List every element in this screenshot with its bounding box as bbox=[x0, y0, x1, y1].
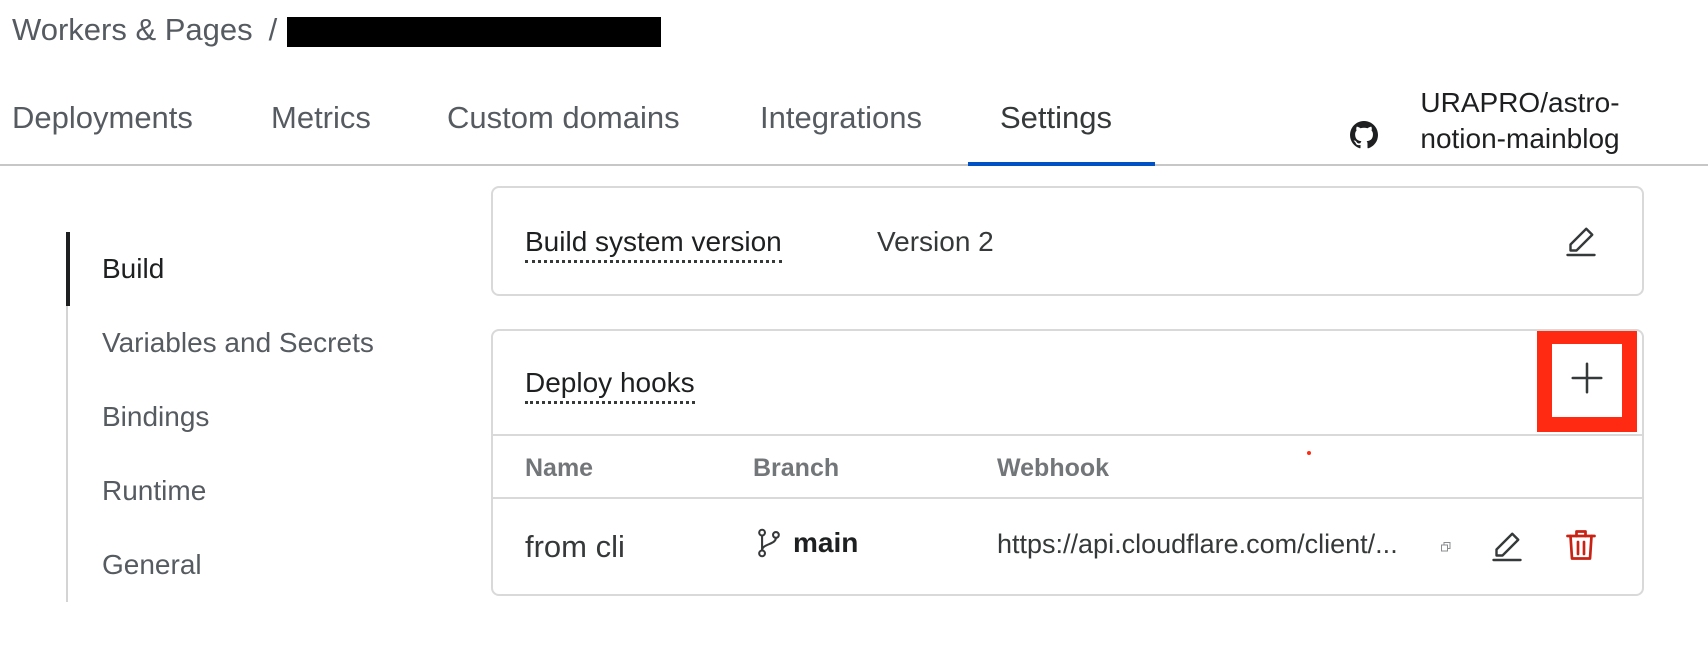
trash-icon bbox=[1563, 530, 1599, 567]
deploy-hooks-label: Deploy hooks bbox=[525, 367, 695, 404]
sidenav-active-indicator bbox=[66, 232, 70, 306]
build-system-card: Build system version Version 2 bbox=[491, 186, 1644, 296]
sidenav-item-general[interactable]: General bbox=[102, 548, 202, 582]
breadcrumb-separator: / bbox=[268, 12, 278, 47]
sidenav-item-variables[interactable]: Variables and Secrets bbox=[102, 326, 374, 360]
redacted-project-name bbox=[287, 17, 662, 47]
tab-metrics[interactable]: Metrics bbox=[271, 96, 371, 140]
add-deploy-hook-button[interactable] bbox=[1537, 331, 1637, 432]
hook-name: from cli bbox=[525, 529, 625, 564]
table-row: from cli main https://api.cloudflare.com… bbox=[493, 501, 1642, 594]
copy-icon[interactable] bbox=[1441, 539, 1451, 552]
pencil-icon bbox=[1563, 227, 1599, 262]
plus-icon bbox=[1568, 359, 1606, 402]
hook-branch: main bbox=[755, 527, 858, 559]
tab-deployments[interactable]: Deployments bbox=[12, 96, 193, 140]
edit-build-system-button[interactable] bbox=[1563, 222, 1603, 262]
column-header-name: Name bbox=[525, 454, 594, 482]
branch-name: main bbox=[793, 527, 859, 558]
sidenav-item-build[interactable]: Build bbox=[102, 252, 164, 286]
edit-hook-button[interactable] bbox=[1489, 527, 1529, 567]
tab-settings[interactable]: Settings bbox=[1000, 96, 1112, 140]
breadcrumb: Workers & Pages / bbox=[12, 12, 662, 48]
tab-custom-domains[interactable]: Custom domains bbox=[447, 96, 680, 140]
build-system-label: Build system version bbox=[525, 226, 782, 263]
tab-integrations[interactable]: Integrations bbox=[760, 96, 922, 140]
repo-name[interactable]: URAPRO/astro-notion-mainblog bbox=[1400, 85, 1640, 157]
settings-sidenav: Build Variables and Secrets Bindings Run… bbox=[66, 232, 466, 602]
pencil-icon bbox=[1489, 532, 1525, 567]
breadcrumb-root[interactable]: Workers & Pages bbox=[12, 12, 253, 48]
table-header: Name Branch Webhook bbox=[493, 434, 1642, 499]
github-icon bbox=[1350, 121, 1378, 149]
sidenav-item-bindings[interactable]: Bindings bbox=[102, 400, 209, 434]
active-tab-indicator bbox=[968, 162, 1155, 166]
build-system-value: Version 2 bbox=[877, 226, 994, 257]
sidenav-item-runtime[interactable]: Runtime bbox=[102, 474, 206, 508]
marker-dot bbox=[1307, 451, 1311, 455]
column-header-webhook: Webhook bbox=[997, 454, 1110, 482]
column-header-branch: Branch bbox=[753, 454, 840, 482]
deploy-hooks-card: Deploy hooks Name Branch Webhook from cl… bbox=[491, 329, 1644, 596]
webhook-url: https://api.cloudflare.com/client/... bbox=[997, 529, 1398, 559]
git-branch-icon bbox=[755, 528, 783, 558]
delete-hook-button[interactable] bbox=[1563, 527, 1603, 567]
